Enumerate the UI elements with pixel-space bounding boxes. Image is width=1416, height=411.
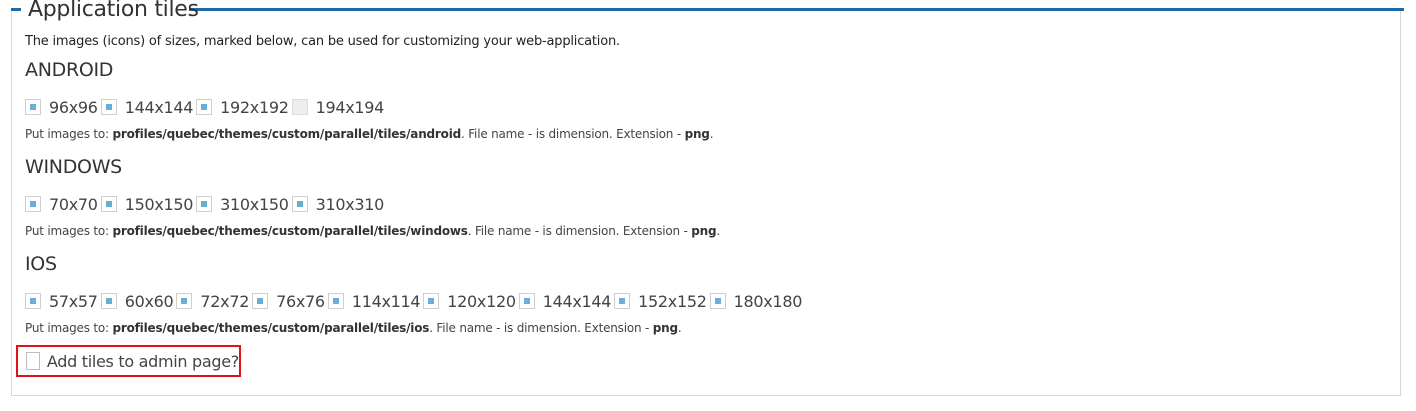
size-option[interactable]: 144x144 xyxy=(100,97,194,117)
tiles-description: The images (icons) of sizes, marked belo… xyxy=(25,34,620,49)
size-label: 192x192 xyxy=(220,97,289,117)
note-extension: png xyxy=(684,127,710,141)
size-option[interactable]: 180x180 xyxy=(709,291,803,311)
size-label: 72x72 xyxy=(200,291,250,311)
size-label: 114x114 xyxy=(351,291,421,311)
note-prefix: Put images to: xyxy=(25,321,113,335)
fieldset-top-border-left xyxy=(11,8,21,11)
size-option[interactable]: 144x144 xyxy=(518,291,612,311)
size-checkbox[interactable] xyxy=(291,99,308,115)
size-option[interactable]: 194x194 xyxy=(291,97,385,117)
size-checkbox[interactable] xyxy=(196,99,213,115)
size-label: 194x194 xyxy=(315,97,385,117)
section-heading-android: ANDROID xyxy=(25,59,114,81)
size-label: 150x150 xyxy=(124,194,194,214)
size-checkbox[interactable] xyxy=(100,99,117,115)
size-checkbox[interactable] xyxy=(327,293,344,309)
size-option[interactable]: 192x192 xyxy=(196,97,289,117)
size-option[interactable]: 114x114 xyxy=(327,291,421,311)
size-option[interactable]: 76x76 xyxy=(252,292,325,311)
size-label: 96x96 xyxy=(49,97,98,117)
size-label: 144x144 xyxy=(542,291,612,311)
size-checkbox[interactable] xyxy=(100,293,117,309)
size-label: 310x150 xyxy=(220,194,289,214)
size-option[interactable]: 96x96 xyxy=(25,98,98,117)
size-option[interactable]: 70x70 xyxy=(25,195,98,214)
note-path: profiles/quebec/themes/custom/parallel/t… xyxy=(112,127,462,141)
size-option[interactable]: 120x120 xyxy=(423,291,516,311)
size-label: 120x120 xyxy=(447,291,516,311)
size-checkbox[interactable] xyxy=(423,293,440,309)
size-checkbox[interactable] xyxy=(176,293,193,309)
android-sizes: 96x96 144x144 192x192 194x194 xyxy=(25,97,387,117)
size-label: 57x57 xyxy=(49,291,98,311)
size-label: 144x144 xyxy=(124,97,194,117)
size-label: 76x76 xyxy=(276,291,325,311)
size-label: 152x152 xyxy=(638,291,707,311)
note-end: . xyxy=(709,127,714,141)
size-label: 70x70 xyxy=(49,194,98,214)
note-path: profiles/quebec/themes/custom/parallel/t… xyxy=(112,321,430,335)
size-checkbox[interactable] xyxy=(196,196,213,212)
size-checkbox[interactable] xyxy=(709,293,726,309)
ios-path-note: Put images to: profiles/quebec/themes/cu… xyxy=(25,321,682,335)
section-heading-ios: IOS xyxy=(25,253,57,275)
note-extension: png xyxy=(652,321,678,335)
size-checkbox[interactable] xyxy=(252,293,269,309)
note-text: . File name - is dimension. Extension - xyxy=(461,127,685,141)
note-text: . File name - is dimension. Extension - xyxy=(429,321,653,335)
note-text: . File name - is dimension. Extension - xyxy=(467,224,692,238)
note-end: . xyxy=(677,321,682,335)
windows-sizes: 70x70 150x150 310x150 310x310 xyxy=(25,194,387,214)
size-option[interactable]: 57x57 xyxy=(25,292,98,311)
add-tiles-admin-checkbox[interactable] xyxy=(26,352,40,370)
note-extension: png xyxy=(691,224,717,238)
size-checkbox[interactable] xyxy=(25,196,41,212)
size-option[interactable]: 310x150 xyxy=(196,194,289,214)
size-checkbox[interactable] xyxy=(100,196,117,212)
size-checkbox[interactable] xyxy=(25,293,41,309)
size-checkbox[interactable] xyxy=(291,196,308,212)
windows-path-note: Put images to: profiles/quebec/themes/cu… xyxy=(25,224,720,238)
size-checkbox[interactable] xyxy=(25,99,41,115)
ios-sizes: 57x57 60x60 72x72 76x76 114x114 120x120 … xyxy=(25,291,805,311)
size-label: 60x60 xyxy=(124,291,174,311)
size-option[interactable]: 72x72 xyxy=(176,292,249,311)
note-prefix: Put images to: xyxy=(25,224,113,238)
fieldset-top-border-right xyxy=(189,8,1404,11)
fieldset-legend: Application tiles xyxy=(28,0,199,22)
section-heading-windows: WINDOWS xyxy=(25,156,122,178)
note-end: . xyxy=(716,224,721,238)
add-tiles-admin-option[interactable]: Add tiles to admin page? xyxy=(16,345,241,377)
size-option[interactable]: 150x150 xyxy=(100,194,194,214)
note-path: profiles/quebec/themes/custom/parallel/t… xyxy=(112,224,468,238)
size-checkbox[interactable] xyxy=(614,293,631,309)
android-path-note: Put images to: profiles/quebec/themes/cu… xyxy=(25,127,714,141)
note-prefix: Put images to: xyxy=(25,127,113,141)
size-option[interactable]: 152x152 xyxy=(614,291,707,311)
add-tiles-admin-label: Add tiles to admin page? xyxy=(46,351,239,371)
size-option[interactable]: 60x60 xyxy=(100,291,174,311)
size-option[interactable]: 310x310 xyxy=(291,194,385,214)
size-label: 180x180 xyxy=(733,291,803,311)
size-checkbox[interactable] xyxy=(518,293,535,309)
size-label: 310x310 xyxy=(315,194,385,214)
